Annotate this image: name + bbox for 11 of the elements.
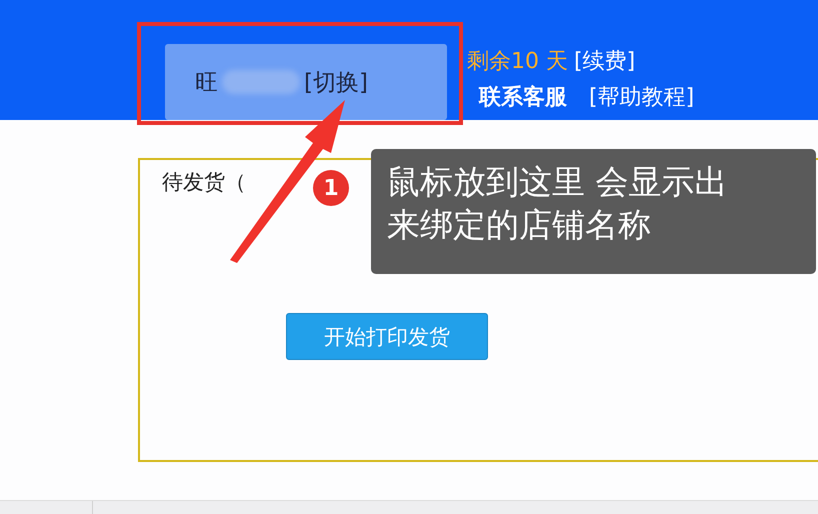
status-label: 待发货（: [162, 170, 246, 194]
print-ship-button[interactable]: 开始打印发货: [286, 313, 488, 360]
store-name: 旺: [195, 68, 218, 98]
store-selector[interactable]: 旺 [切换]: [165, 44, 447, 120]
help-link[interactable]: [帮助教程]: [589, 82, 694, 112]
contact-link[interactable]: 联系客服: [479, 82, 567, 112]
switch-link[interactable]: [切换]: [304, 66, 368, 98]
tooltip: 鼠标放到这里 会显示出来绑定的店铺名称: [371, 149, 816, 274]
step-badge: 1: [313, 170, 349, 206]
renew-link[interactable]: [续费]: [574, 46, 636, 76]
remaining-days: 剩余10 天: [467, 46, 568, 76]
